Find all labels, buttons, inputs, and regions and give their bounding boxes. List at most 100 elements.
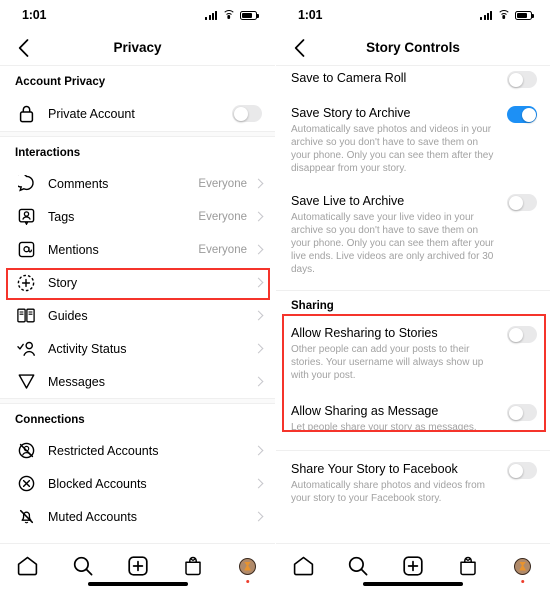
search-tab[interactable] bbox=[66, 553, 100, 579]
setting-text: Allow Sharing as Message Let people shar… bbox=[291, 403, 507, 434]
add-post-icon bbox=[127, 556, 148, 576]
setting-description: Automatically save photos and videos in … bbox=[291, 124, 494, 174]
chevron-right-icon bbox=[253, 277, 264, 288]
shop-icon bbox=[184, 556, 201, 576]
save-to-camera-roll-toggle[interactable] bbox=[507, 71, 537, 88]
row-story[interactable]: Story bbox=[0, 266, 275, 299]
chevron-left-icon bbox=[294, 38, 304, 57]
setting-text: Save to Camera Roll bbox=[291, 70, 507, 86]
back-button[interactable] bbox=[288, 37, 310, 59]
comment-icon bbox=[15, 173, 37, 195]
row-label: Muted Accounts bbox=[48, 509, 137, 524]
setting-save-story-to-archive[interactable]: Save Story to Archive Automatically save… bbox=[276, 94, 550, 183]
add-post-icon bbox=[403, 556, 423, 576]
setting-description: Automatically save your live video in yo… bbox=[291, 212, 494, 275]
add-post-tab[interactable] bbox=[396, 553, 430, 579]
setting-save-live-to-archive[interactable]: Save Live to Archive Automatically save … bbox=[276, 183, 550, 284]
private-account-toggle[interactable] bbox=[232, 105, 262, 122]
home-icon bbox=[17, 556, 38, 576]
nav-bar: Privacy bbox=[0, 30, 275, 66]
status-icons bbox=[205, 10, 259, 20]
row-tags[interactable]: Tags Everyone bbox=[0, 200, 275, 233]
guides-icon bbox=[15, 305, 37, 327]
status-time: 1:01 bbox=[22, 8, 47, 22]
shop-icon bbox=[460, 556, 476, 576]
section-heading-connections: Connections bbox=[15, 414, 85, 426]
chevron-right-icon bbox=[253, 211, 264, 222]
dual-phone-screenshot: 1:01 Privacy Account Privacy Private Acc… bbox=[0, 0, 550, 593]
nav-bar: Story Controls bbox=[276, 30, 550, 66]
tag-icon bbox=[15, 206, 37, 228]
setting-allow-sharing-as-message[interactable]: Allow Sharing as Message Let people shar… bbox=[276, 390, 550, 442]
chevron-right-icon bbox=[253, 343, 264, 354]
blocked-icon bbox=[15, 473, 37, 495]
status-bar: 1:01 bbox=[0, 0, 275, 30]
setting-share-your-story-to-facebook[interactable]: Share Your Story to Facebook Automatical… bbox=[276, 451, 550, 513]
chevron-right-icon bbox=[253, 478, 264, 489]
save-live-to-archive-toggle[interactable] bbox=[507, 194, 537, 211]
row-restricted-accounts[interactable]: Restricted Accounts bbox=[0, 434, 275, 467]
row-value: Everyone bbox=[198, 210, 247, 223]
row-value: Everyone bbox=[198, 243, 247, 256]
row-guides[interactable]: Guides bbox=[0, 299, 275, 332]
row-label: Blocked Accounts bbox=[48, 476, 147, 491]
row-mentions[interactable]: Mentions Everyone bbox=[0, 233, 275, 266]
row-messages[interactable]: Messages bbox=[0, 365, 275, 398]
home-tab[interactable] bbox=[11, 553, 45, 579]
row-label: Mentions bbox=[48, 242, 99, 257]
row-label: Guides bbox=[48, 308, 88, 323]
row-label: Activity Status bbox=[48, 341, 127, 356]
row-label: Messages bbox=[48, 374, 105, 389]
setting-title: Allow Resharing to Stories bbox=[291, 326, 438, 340]
row-activity-status[interactable]: Activity Status bbox=[0, 332, 275, 365]
setting-title: Allow Sharing as Message bbox=[291, 404, 439, 418]
setting-allow-resharing-to-stories[interactable]: Allow Resharing to Stories Other people … bbox=[276, 316, 550, 390]
row-blocked-accounts[interactable]: Blocked Accounts bbox=[0, 467, 275, 500]
setting-title: Save Live to Archive bbox=[291, 194, 405, 208]
story-icon bbox=[15, 272, 37, 294]
add-post-tab[interactable] bbox=[121, 553, 155, 579]
row-private-account[interactable]: Private Account bbox=[0, 96, 275, 131]
search-tab[interactable] bbox=[341, 553, 375, 579]
search-icon bbox=[73, 556, 92, 576]
row-muted-accounts[interactable]: Muted Accounts bbox=[0, 500, 275, 533]
row-label: Restricted Accounts bbox=[48, 443, 159, 458]
setting-description: Let people share your story as messages. bbox=[291, 422, 477, 433]
row-label: Private Account bbox=[48, 106, 135, 121]
row-label: Comments bbox=[48, 176, 109, 191]
share-your-story-to-facebook-toggle[interactable] bbox=[507, 462, 537, 479]
setting-text: Allow Resharing to Stories Other people … bbox=[291, 325, 507, 382]
status-bar: 1:01 bbox=[276, 0, 550, 30]
allow-sharing-as-message-toggle[interactable] bbox=[507, 404, 537, 421]
chevron-left-icon bbox=[18, 38, 28, 57]
setting-description: Automatically share photos and videos fr… bbox=[291, 480, 485, 504]
chevron-right-icon bbox=[253, 244, 264, 255]
page-title: Privacy bbox=[113, 40, 162, 55]
back-button[interactable] bbox=[12, 37, 34, 59]
section-heading-account-privacy: Account Privacy bbox=[15, 76, 106, 88]
setting-text: Share Your Story to Facebook Automatical… bbox=[291, 461, 507, 505]
home-tab[interactable] bbox=[286, 553, 320, 579]
status-time: 1:01 bbox=[298, 8, 323, 22]
chevron-right-icon bbox=[253, 445, 264, 456]
privacy-screen: 1:01 Privacy Account Privacy Private Acc… bbox=[0, 0, 275, 593]
profile-avatar-icon bbox=[514, 557, 532, 575]
cellular-signal-icon bbox=[205, 10, 217, 20]
battery-icon bbox=[240, 10, 259, 20]
home-indicator bbox=[87, 582, 188, 586]
section-heading-interactions: Interactions bbox=[15, 147, 81, 159]
shop-tab[interactable] bbox=[451, 553, 485, 579]
row-label: Tags bbox=[48, 209, 75, 224]
save-story-to-archive-toggle[interactable] bbox=[507, 106, 537, 123]
shop-tab[interactable] bbox=[176, 553, 210, 579]
chevron-right-icon bbox=[253, 511, 264, 522]
profile-tab[interactable] bbox=[231, 553, 265, 583]
allow-resharing-to-stories-toggle[interactable] bbox=[507, 326, 537, 343]
wifi-icon bbox=[222, 10, 235, 20]
notification-badge-dot bbox=[520, 579, 525, 583]
setting-save-to-camera-roll[interactable]: Save to Camera Roll bbox=[276, 66, 550, 94]
chevron-right-icon bbox=[253, 178, 264, 189]
row-comments[interactable]: Comments Everyone bbox=[0, 167, 275, 200]
restricted-icon bbox=[15, 440, 37, 462]
profile-tab[interactable] bbox=[506, 553, 540, 583]
